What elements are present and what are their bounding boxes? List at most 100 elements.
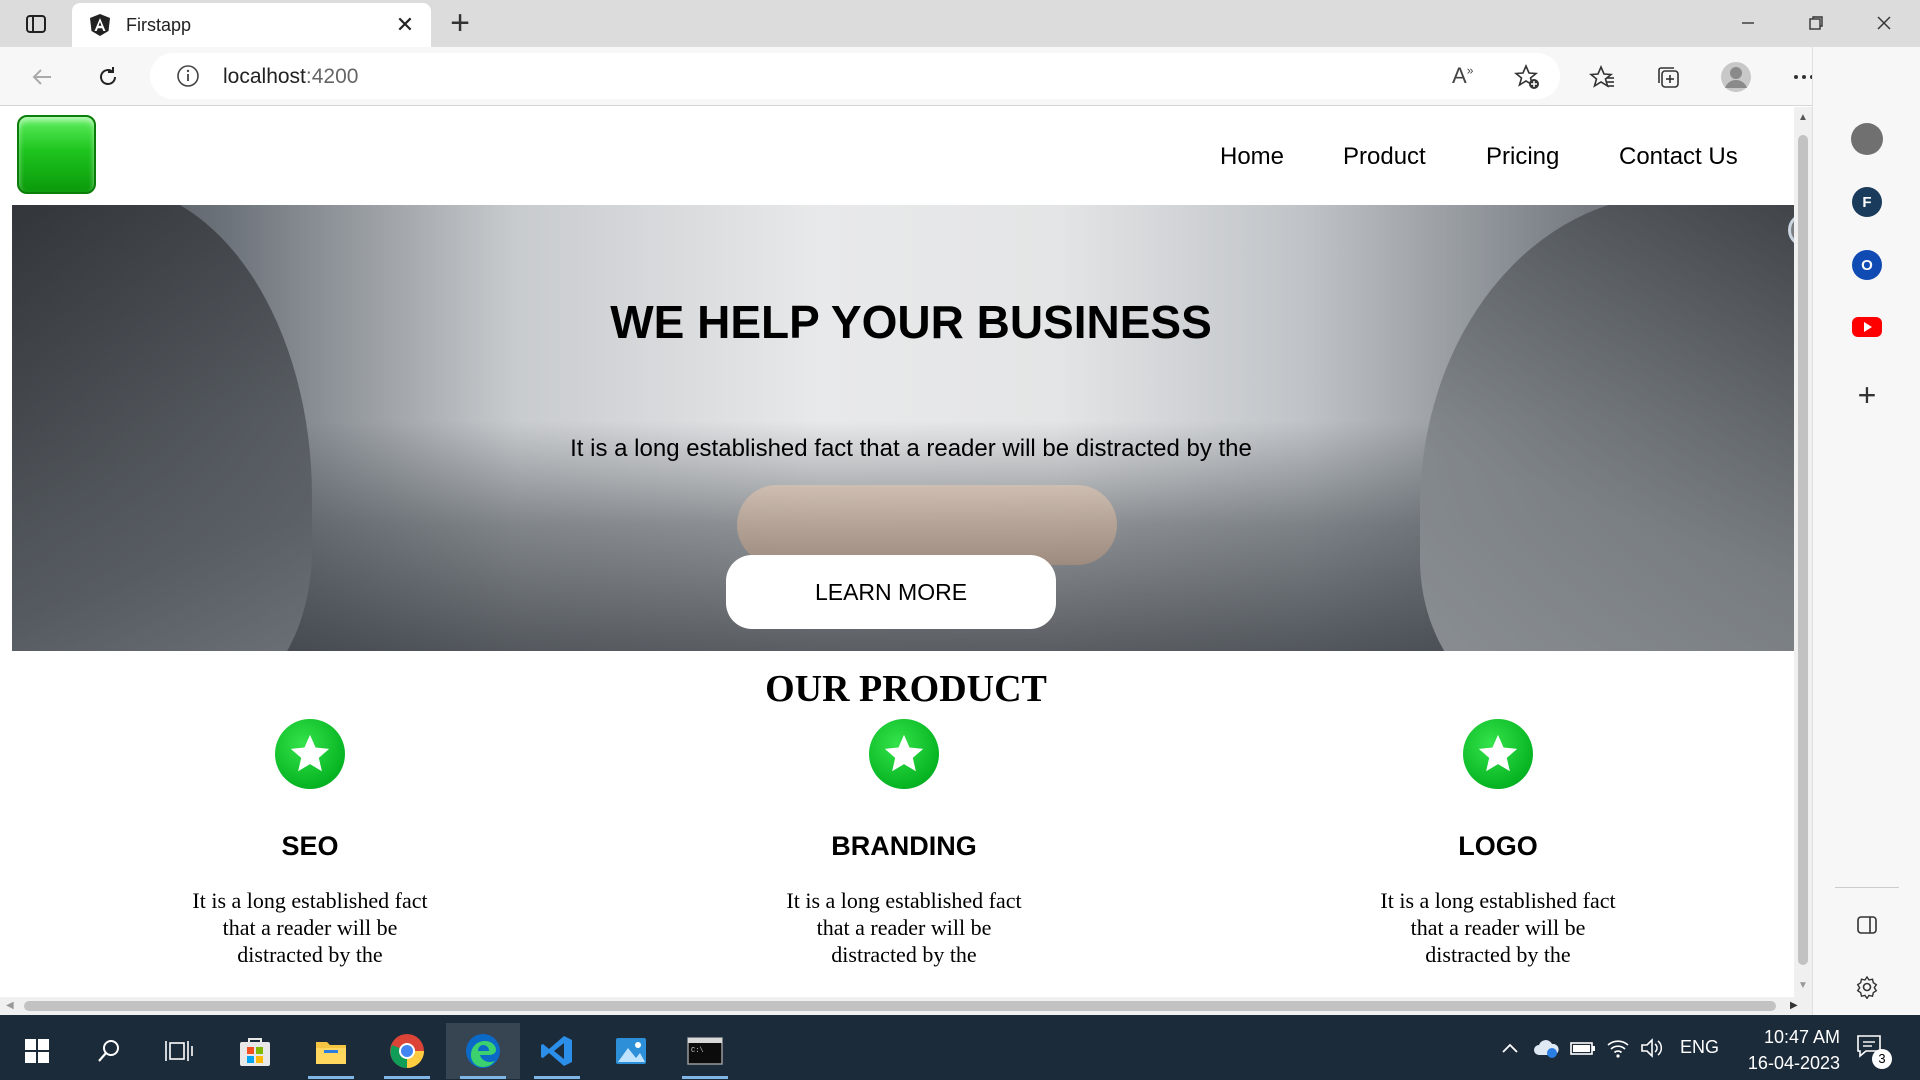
site-info-icon[interactable] [176,64,200,88]
edge-sidebar: F O + [1812,47,1920,1015]
sidebar-divider [1835,887,1899,888]
windows-taskbar: C:\ ENG 10:47 AM 16-04-2023 3 [0,1015,1920,1080]
browser-tab-strip: Firstapp ✕ + [0,0,1920,47]
favorites-button[interactable] [1582,57,1622,97]
sidebar-item-f[interactable]: F [1849,184,1885,220]
search-button[interactable] [72,1023,146,1079]
page-viewport: Home Product Pricing Contact Us WE HELP … [0,107,1812,1015]
url-host: localhost [223,65,306,88]
star-badge-icon [869,719,939,789]
product-description: It is a long established fact that a rea… [192,888,428,967]
hero-image-left-person [12,205,312,651]
sidebar-item-youtube[interactable] [1849,309,1885,345]
product-card-seo: SEO It is a long established fact that a… [110,719,510,999]
refresh-button[interactable] [88,57,128,97]
sidebar-add-button[interactable]: + [1849,377,1885,413]
terminal-icon: C:\ [687,1037,723,1065]
vscode-icon [541,1036,572,1066]
hero-banner: WE HELP YOUR BUSINESS It is a long estab… [12,205,1810,651]
sidebar-item-profile[interactable] [1849,121,1885,157]
nav-link-product[interactable]: Product [1343,143,1426,171]
chrome-icon [390,1034,424,1068]
notification-center-button[interactable]: 3 [1856,1033,1892,1069]
horizontal-scrollbar-thumb[interactable] [24,1001,1776,1011]
products-section-title: OUR PRODUCT [765,668,1047,710]
tab-actions-icon [26,15,46,33]
minimize-button[interactable] [1722,4,1774,42]
browser-tab-firstapp[interactable]: Firstapp ✕ [72,3,431,47]
scroll-up-arrow-icon[interactable]: ▲ [1798,113,1808,123]
onedrive-cloud-icon[interactable] [1532,1035,1560,1061]
running-indicator [534,1076,580,1079]
close-window-button[interactable] [1858,4,1910,42]
taskbar-chrome[interactable] [370,1023,444,1079]
photos-icon [616,1038,646,1064]
running-indicator [384,1076,430,1079]
nav-link-pricing[interactable]: Pricing [1486,143,1559,171]
taskbar-vscode[interactable] [520,1023,594,1079]
clock-date[interactable]: 16-04-2023 [1730,1053,1840,1074]
new-tab-button[interactable]: + [443,6,477,40]
svg-text:C:\: C:\ [691,1047,704,1055]
vertical-scrollbar-thumb[interactable] [1798,135,1808,965]
clock-time[interactable]: 10:47 AM [1740,1027,1840,1048]
search-icon [98,1040,119,1062]
restore-button[interactable] [1790,4,1842,42]
gear-icon [1856,975,1878,999]
site-logo[interactable] [17,115,96,194]
star-icon [290,734,330,772]
taskbar-terminal[interactable]: C:\ [668,1023,742,1079]
profile-button[interactable] [1716,57,1756,97]
add-favorite-icon[interactable] [1514,64,1540,90]
star-icon [884,734,924,772]
vertical-scrollbar[interactable]: ▲ ▼ [1794,107,1812,997]
wifi-icon[interactable] [1606,1035,1630,1061]
task-view-button[interactable] [142,1023,216,1079]
sidebar-toggle-pane-button[interactable] [1849,907,1885,943]
collections-icon [1658,67,1679,88]
address-bar[interactable]: localhost:4200 A» [150,53,1560,99]
sidebar-settings-button[interactable] [1849,969,1885,1005]
youtube-icon [1852,317,1882,337]
input-language-indicator[interactable]: ENG [1680,1037,1719,1058]
running-indicator [682,1076,728,1079]
start-button[interactable] [0,1023,74,1079]
volume-icon[interactable] [1640,1035,1664,1061]
scroll-left-arrow-icon[interactable]: ◀ [6,1000,16,1012]
tab-close-icon[interactable]: ✕ [393,13,417,37]
product-card-logo: LOGO It is a long established fact that … [1298,719,1698,999]
browser-toolbar: localhost:4200 A» [0,47,1920,106]
url-text[interactable]: localhost:4200 [223,65,358,89]
nav-link-contact-us[interactable]: Contact Us [1619,143,1738,171]
taskbar-file-explorer[interactable] [294,1023,368,1079]
back-button[interactable] [22,57,62,97]
taskbar-edge[interactable] [446,1023,520,1079]
taskbar-photos[interactable] [594,1023,668,1079]
show-hidden-icons-chevron-icon[interactable] [1500,1035,1520,1061]
read-aloud-icon[interactable]: A» [1452,63,1473,89]
tab-actions-button[interactable] [14,8,58,40]
profile-circle-icon [1851,123,1883,155]
scroll-down-arrow-icon[interactable]: ▼ [1798,981,1808,991]
product-description: It is a long established fact that a rea… [1380,888,1616,967]
hero-text: It is a long established fact that a rea… [570,435,1252,462]
task-view-icon [165,1041,193,1061]
folder-icon [316,1042,346,1064]
url-port: :4200 [305,65,359,88]
taskbar-microsoft-store[interactable] [218,1023,292,1079]
collections-button[interactable] [1648,57,1688,97]
hero-image-handshake [737,485,1117,565]
windows-logo-icon [25,1039,49,1063]
running-indicator [308,1076,354,1079]
scroll-right-arrow-icon[interactable]: ▶ [1790,1000,1800,1012]
nav-link-home[interactable]: Home [1220,143,1284,171]
notification-count-badge: 3 [1872,1049,1892,1069]
learn-more-button[interactable]: LEARN MORE [726,555,1056,629]
favorites-icon [1589,64,1614,88]
product-title: BRANDING [831,831,977,861]
hero-title: WE HELP YOUR BUSINESS [610,296,1212,348]
battery-icon[interactable] [1570,1035,1596,1061]
sidebar-item-outlook[interactable]: O [1849,247,1885,283]
horizontal-scrollbar[interactable]: ◀ ▶ [0,997,1812,1015]
hero-image-right-person [1420,205,1810,651]
